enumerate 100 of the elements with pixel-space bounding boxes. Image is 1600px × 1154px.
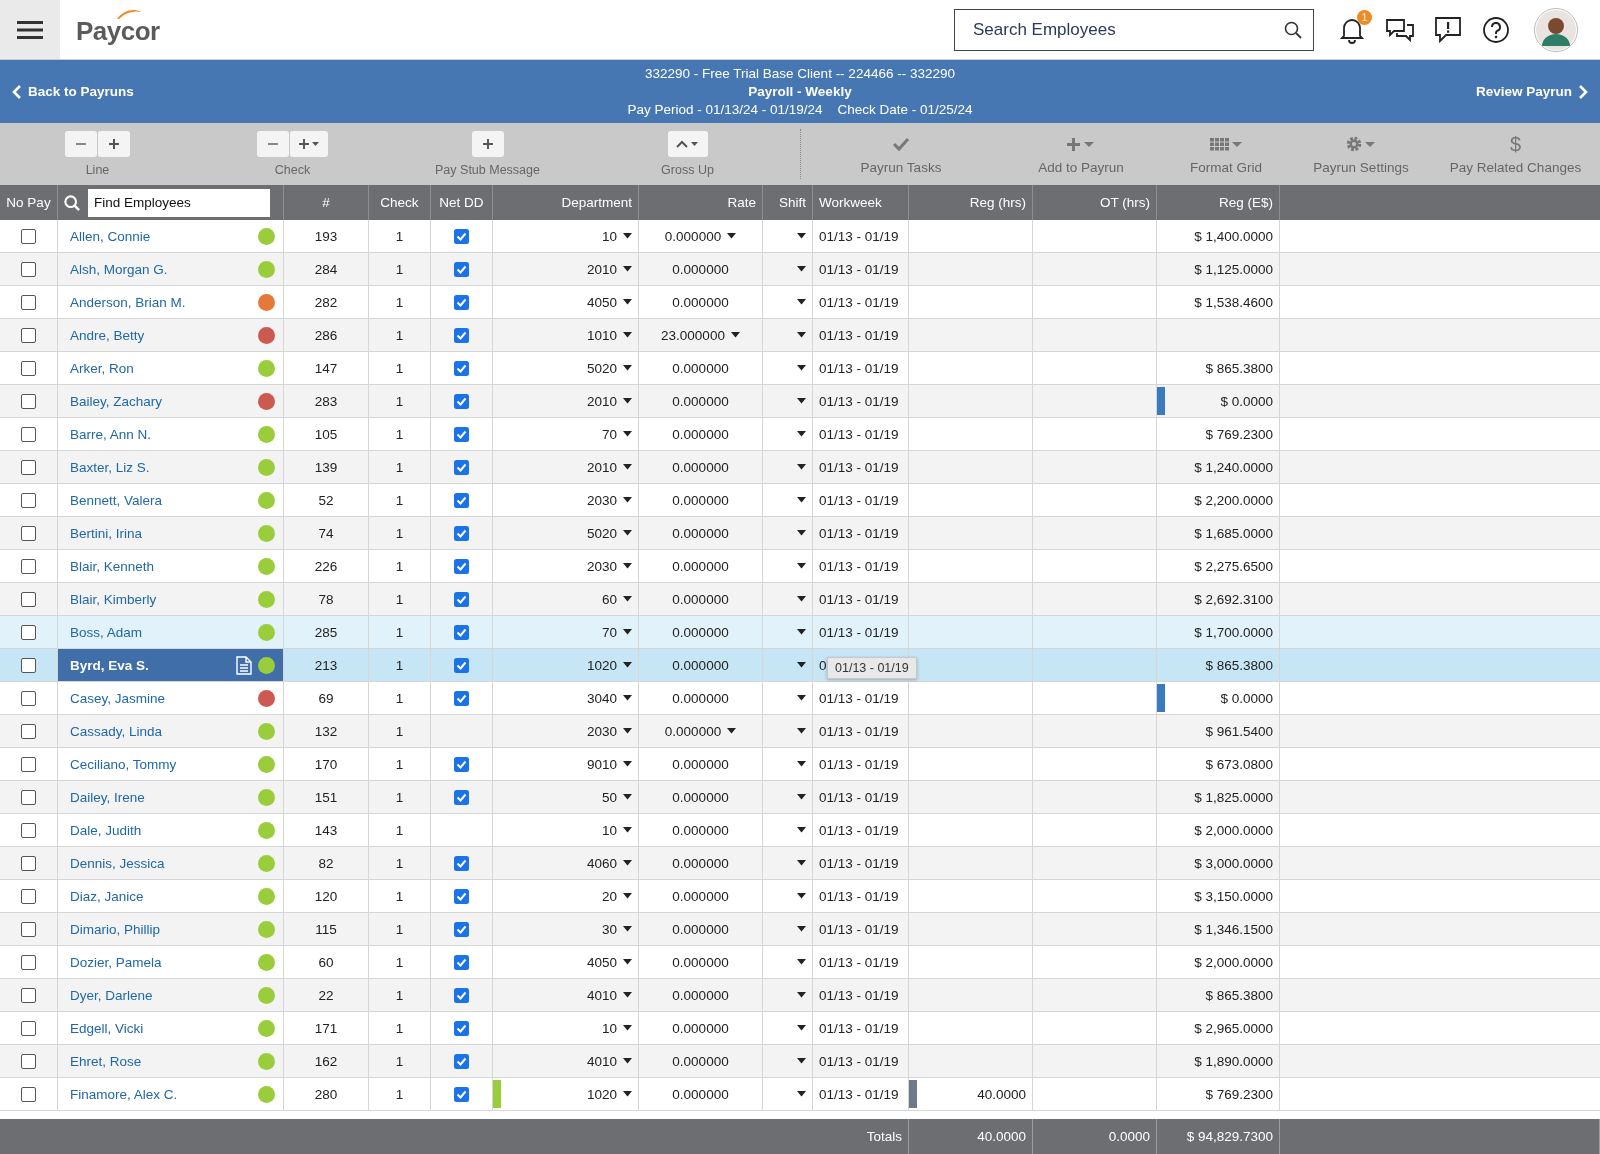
table-row[interactable]: Edgell, Vicki 171 1 10 0.000000 01/13 - 01/19 $ 2,965.0000: [0, 1012, 1600, 1045]
caret-icon[interactable]: [797, 365, 806, 371]
employee-link[interactable]: Dennis, Jessica: [70, 855, 252, 871]
net-dd-checkbox[interactable]: [454, 591, 469, 607]
net-dd-checkbox[interactable]: [454, 690, 469, 706]
no-pay-checkbox[interactable]: [21, 888, 36, 904]
net-dd-checkbox[interactable]: [454, 492, 469, 508]
caret-icon[interactable]: [623, 233, 632, 239]
no-pay-checkbox[interactable]: [21, 855, 36, 871]
no-pay-checkbox[interactable]: [21, 723, 36, 739]
employee-link[interactable]: Andre, Betty: [70, 327, 252, 343]
search-field[interactable]: Search Employees: [954, 8, 1314, 51]
caret-icon[interactable]: [623, 266, 632, 272]
toolbar-button[interactable]: [257, 131, 289, 157]
caret-icon[interactable]: [797, 1091, 806, 1097]
toolbar-button[interactable]: [471, 131, 504, 157]
caret-icon[interactable]: [727, 728, 737, 734]
table-row[interactable]: Allen, Connie 193 1 10 0.000000 01/13 - 01/19 $ 1,400.0000: [0, 220, 1600, 253]
caret-icon[interactable]: [623, 893, 632, 899]
employee-link[interactable]: Casey, Jasmine: [70, 690, 252, 706]
table-row[interactable]: Ehret, Rose 162 1 4010 0.000000 01/13 - 01/19 $ 1,890.0000: [0, 1045, 1600, 1078]
caret-icon[interactable]: [797, 563, 806, 569]
table-row[interactable]: Bennett, Valera 52 1 2030 0.000000 01/13 - 01/19 $ 2,200.0000: [0, 484, 1600, 517]
menu-button[interactable]: [0, 0, 60, 59]
caret-icon[interactable]: [623, 662, 632, 668]
caret-icon[interactable]: [623, 332, 632, 338]
no-pay-checkbox[interactable]: [21, 1053, 36, 1069]
caret-icon[interactable]: [623, 695, 632, 701]
caret-icon[interactable]: [797, 299, 806, 305]
caret-icon[interactable]: [797, 266, 806, 272]
toolbar-action[interactable]: Format Grid: [1161, 133, 1291, 175]
no-pay-checkbox[interactable]: [21, 228, 36, 244]
employee-link[interactable]: Boss, Adam: [70, 624, 252, 640]
employee-link[interactable]: Ehret, Rose: [70, 1053, 252, 1069]
caret-icon[interactable]: [797, 431, 806, 437]
table-row[interactable]: Blair, Kimberly 78 1 60 0.000000 01/13 - 01/19 $ 2,692.3100: [0, 583, 1600, 616]
caret-icon[interactable]: [623, 365, 632, 371]
net-dd-checkbox[interactable]: [454, 954, 469, 970]
net-dd-checkbox[interactable]: [454, 987, 469, 1003]
net-dd-checkbox[interactable]: [454, 1086, 469, 1102]
caret-icon[interactable]: [797, 761, 806, 767]
net-dd-checkbox[interactable]: [454, 558, 469, 574]
no-pay-checkbox[interactable]: [21, 492, 36, 508]
employee-link[interactable]: Bailey, Zachary: [70, 393, 252, 409]
caret-icon[interactable]: [797, 959, 806, 965]
net-dd-checkbox[interactable]: [454, 789, 469, 805]
caret-icon[interactable]: [623, 629, 632, 635]
caret-icon[interactable]: [797, 1058, 806, 1064]
table-row[interactable]: Dennis, Jessica 82 1 4060 0.000000 01/13 - 01/19 $ 3,000.0000: [0, 847, 1600, 880]
net-dd-checkbox[interactable]: [454, 459, 469, 475]
caret-icon[interactable]: [727, 233, 737, 239]
caret-icon[interactable]: [797, 794, 806, 800]
no-pay-checkbox[interactable]: [21, 261, 36, 277]
net-dd-checkbox[interactable]: [454, 393, 469, 409]
no-pay-checkbox[interactable]: [21, 1086, 36, 1102]
caret-icon[interactable]: [797, 662, 806, 668]
toolbar-action[interactable]: Payrun Tasks: [801, 133, 1001, 175]
no-pay-checkbox[interactable]: [21, 987, 36, 1003]
caret-icon[interactable]: [797, 596, 806, 602]
employee-link[interactable]: Dailey, Irene: [70, 789, 252, 805]
caret-icon[interactable]: [623, 959, 632, 965]
caret-icon[interactable]: [797, 860, 806, 866]
no-pay-checkbox[interactable]: [21, 789, 36, 805]
caret-icon[interactable]: [797, 629, 806, 635]
caret-icon[interactable]: [730, 332, 740, 338]
no-pay-checkbox[interactable]: [21, 822, 36, 838]
net-dd-checkbox[interactable]: [454, 921, 469, 937]
caret-icon[interactable]: [623, 992, 632, 998]
employee-link[interactable]: Bertini, Irina: [70, 525, 252, 541]
table-row[interactable]: Bailey, Zachary 283 1 2010 0.000000 01/13 - 01/19 $ 0.0000: [0, 385, 1600, 418]
employee-link[interactable]: Arker, Ron: [70, 360, 252, 376]
net-dd-checkbox[interactable]: [454, 756, 469, 772]
table-row[interactable]: Dozier, Pamela 60 1 4050 0.000000 01/13 - 01/19 $ 2,000.0000: [0, 946, 1600, 979]
employee-link[interactable]: Baxter, Liz S.: [70, 459, 252, 475]
table-row[interactable]: Blair, Kenneth 226 1 2030 0.000000 01/13 - 01/19 $ 2,275.6500: [0, 550, 1600, 583]
toolbar-button[interactable]: [98, 131, 130, 157]
caret-icon[interactable]: [623, 497, 632, 503]
caret-icon[interactable]: [797, 233, 806, 239]
table-row[interactable]: Andre, Betty 286 1 1010 23.000000 01/13 - 01/19: [0, 319, 1600, 352]
no-pay-checkbox[interactable]: [21, 1020, 36, 1036]
employee-link[interactable]: Allen, Connie: [70, 228, 252, 244]
caret-icon[interactable]: [797, 530, 806, 536]
caret-icon[interactable]: [797, 695, 806, 701]
caret-icon[interactable]: [623, 299, 632, 305]
caret-icon[interactable]: [623, 398, 632, 404]
employee-link[interactable]: Finamore, Alex C.: [70, 1086, 252, 1102]
net-dd-checkbox[interactable]: [454, 525, 469, 541]
table-row[interactable]: Casey, Jasmine 69 1 3040 0.000000 01/13 - 01/19 $ 0.0000: [0, 682, 1600, 715]
net-dd-checkbox[interactable]: [454, 261, 469, 277]
no-pay-checkbox[interactable]: [21, 921, 36, 937]
no-pay-checkbox[interactable]: [21, 327, 36, 343]
caret-icon[interactable]: [623, 1091, 632, 1097]
caret-icon[interactable]: [797, 992, 806, 998]
no-pay-checkbox[interactable]: [21, 624, 36, 640]
table-row[interactable]: Arker, Ron 147 1 5020 0.000000 01/13 - 01/19 $ 865.3800: [0, 352, 1600, 385]
net-dd-checkbox[interactable]: [454, 228, 469, 244]
net-dd-checkbox[interactable]: [454, 624, 469, 640]
caret-icon[interactable]: [797, 893, 806, 899]
no-pay-checkbox[interactable]: [21, 591, 36, 607]
net-dd-checkbox[interactable]: [454, 327, 469, 343]
